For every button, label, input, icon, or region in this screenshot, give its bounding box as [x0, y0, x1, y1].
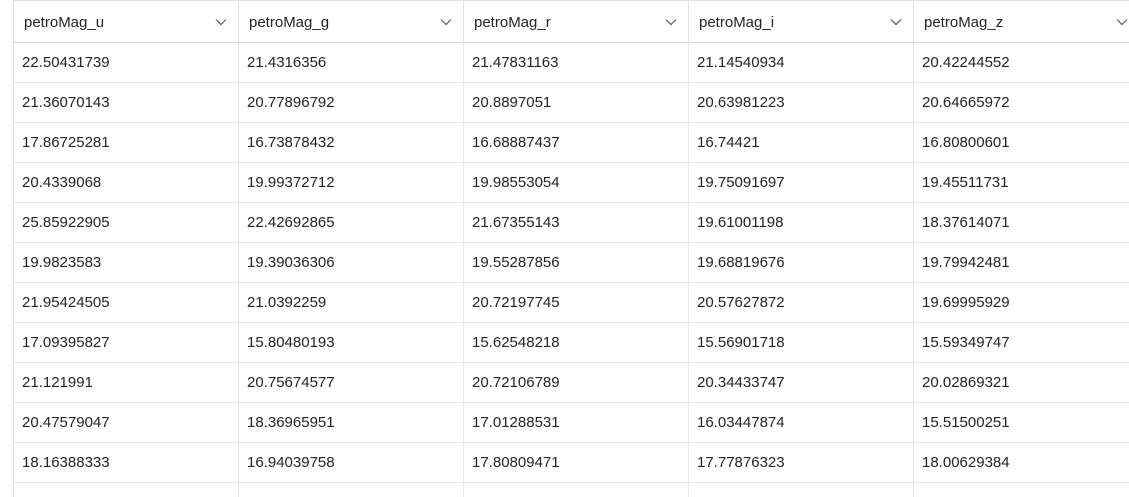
table-cell[interactable]: 20.8897051: [464, 83, 689, 122]
table-cell[interactable]: [914, 483, 1129, 497]
table-cell[interactable]: 17.80809471: [464, 443, 689, 482]
table-cell[interactable]: 20.02869321: [914, 363, 1129, 402]
column-header-petromag-z[interactable]: petroMag_z: [914, 1, 1129, 43]
table-row[interactable]: 25.85922905 22.42692865 21.67355143 19.6…: [14, 203, 1129, 243]
table-cell[interactable]: 20.77896792: [239, 83, 464, 122]
table-cell[interactable]: 20.47579047: [14, 403, 239, 442]
table-row[interactable]: 19.9823583 19.39036306 19.55287856 19.68…: [14, 243, 1129, 283]
chevron-down-icon[interactable]: [889, 15, 903, 29]
table-cell[interactable]: 19.45511731: [914, 163, 1129, 202]
table-cell[interactable]: 16.73878432: [239, 123, 464, 162]
table-cell[interactable]: 15.80480193: [239, 323, 464, 362]
table-cell[interactable]: 15.62548218: [464, 323, 689, 362]
column-header-petromag-u[interactable]: petroMag_u: [14, 1, 239, 43]
table-cell[interactable]: [239, 483, 464, 497]
table-row[interactable]: 22.50431739 21.4316356 21.47831163 21.14…: [14, 43, 1129, 83]
table-cell[interactable]: 18.37614071: [914, 203, 1129, 242]
column-header-label: petroMag_g: [249, 13, 330, 31]
table-cell[interactable]: 22.42692865: [239, 203, 464, 242]
table-cell[interactable]: 20.63981223: [689, 83, 914, 122]
table-cell[interactable]: 16.74421: [689, 123, 914, 162]
column-header-petromag-g[interactable]: petroMag_g: [239, 1, 464, 43]
table-row[interactable]: 17.09395827 15.80480193 15.62548218 15.5…: [14, 323, 1129, 363]
table-cell[interactable]: 19.55287856: [464, 243, 689, 282]
table-cell[interactable]: 16.03447874: [689, 403, 914, 442]
table-row[interactable]: 18.16388333 16.94039758 17.80809471 17.7…: [14, 443, 1129, 483]
table-cell[interactable]: 19.79942481: [914, 243, 1129, 282]
table-cell[interactable]: 19.98553054: [464, 163, 689, 202]
table-cell[interactable]: 21.36070143: [14, 83, 239, 122]
header-row: petroMag_u petroMag_g petroMag_r petroMa…: [14, 0, 1129, 43]
table-cell[interactable]: 16.68887437: [464, 123, 689, 162]
table-cell[interactable]: 17.86725281: [14, 123, 239, 162]
table-cell[interactable]: 21.67355143: [464, 203, 689, 242]
table-cell[interactable]: 17.09395827: [14, 323, 239, 362]
column-header-petromag-i[interactable]: petroMag_i: [689, 1, 914, 43]
table-body: 22.50431739 21.4316356 21.47831163 21.14…: [14, 43, 1129, 497]
table-cell[interactable]: 21.121991: [14, 363, 239, 402]
table-cell[interactable]: 19.39036306: [239, 243, 464, 282]
table-cell[interactable]: 19.68819676: [689, 243, 914, 282]
table-row[interactable]: 17.86725281 16.73878432 16.68887437 16.7…: [14, 123, 1129, 163]
chevron-down-icon[interactable]: [664, 15, 678, 29]
table-cell[interactable]: 21.4316356: [239, 43, 464, 82]
table-cell[interactable]: 17.77876323: [689, 443, 914, 482]
table-cell[interactable]: 18.36965951: [239, 403, 464, 442]
row-gutter: [0, 0, 14, 497]
table-cell[interactable]: 19.75091697: [689, 163, 914, 202]
table-cell[interactable]: 20.34433747: [689, 363, 914, 402]
table-cell[interactable]: [14, 483, 239, 497]
column-header-label: petroMag_z: [924, 13, 1004, 31]
table-cell[interactable]: 17.01288531: [464, 403, 689, 442]
table-cell[interactable]: 19.9823583: [14, 243, 239, 282]
column-header-petromag-r[interactable]: petroMag_r: [464, 1, 689, 43]
table-cell[interactable]: 16.80800601: [914, 123, 1129, 162]
table-cell[interactable]: 21.0392259: [239, 283, 464, 322]
table-cell[interactable]: [464, 483, 689, 497]
column-header-label: petroMag_i: [699, 13, 775, 31]
table-cell[interactable]: 15.56901718: [689, 323, 914, 362]
table-cell[interactable]: 21.14540934: [689, 43, 914, 82]
table-cell[interactable]: 20.72106789: [464, 363, 689, 402]
table-cell[interactable]: 19.69995929: [914, 283, 1129, 322]
table-cell[interactable]: 25.85922905: [14, 203, 239, 242]
table-cell[interactable]: 16.94039758: [239, 443, 464, 482]
table-cell[interactable]: 18.00629384: [914, 443, 1129, 482]
table-row[interactable]: 21.121991 20.75674577 20.72106789 20.344…: [14, 363, 1129, 403]
table-row[interactable]: 21.95424505 21.0392259 20.72197745 20.57…: [14, 283, 1129, 323]
table-row-partial[interactable]: [14, 483, 1129, 497]
table-cell[interactable]: 20.57627872: [689, 283, 914, 322]
table-cell[interactable]: 19.61001198: [689, 203, 914, 242]
chevron-down-icon[interactable]: [214, 15, 228, 29]
chevron-down-icon[interactable]: [439, 15, 453, 29]
table-cell[interactable]: 20.64665972: [914, 83, 1129, 122]
table-cell[interactable]: 21.47831163: [464, 43, 689, 82]
table-cell[interactable]: 15.51500251: [914, 403, 1129, 442]
table-cell[interactable]: 18.16388333: [14, 443, 239, 482]
table-cell[interactable]: 19.99372712: [239, 163, 464, 202]
chevron-down-icon[interactable]: [1115, 15, 1129, 29]
column-header-label: petroMag_r: [474, 13, 551, 31]
table-cell[interactable]: 15.59349747: [914, 323, 1129, 362]
table-cell[interactable]: [689, 483, 914, 497]
table-row[interactable]: 20.4339068 19.99372712 19.98553054 19.75…: [14, 163, 1129, 203]
table-cell[interactable]: 21.95424505: [14, 283, 239, 322]
table-row[interactable]: 21.36070143 20.77896792 20.8897051 20.63…: [14, 83, 1129, 123]
table-cell[interactable]: 20.4339068: [14, 163, 239, 202]
table-cell[interactable]: 20.42244552: [914, 43, 1129, 82]
table-cell[interactable]: 20.72197745: [464, 283, 689, 322]
table-row[interactable]: 20.47579047 18.36965951 17.01288531 16.0…: [14, 403, 1129, 443]
table-cell[interactable]: 22.50431739: [14, 43, 239, 82]
table-cell[interactable]: 20.75674577: [239, 363, 464, 402]
data-grid: petroMag_u petroMag_g petroMag_r petroMa…: [0, 0, 1129, 497]
column-header-label: petroMag_u: [24, 13, 105, 31]
